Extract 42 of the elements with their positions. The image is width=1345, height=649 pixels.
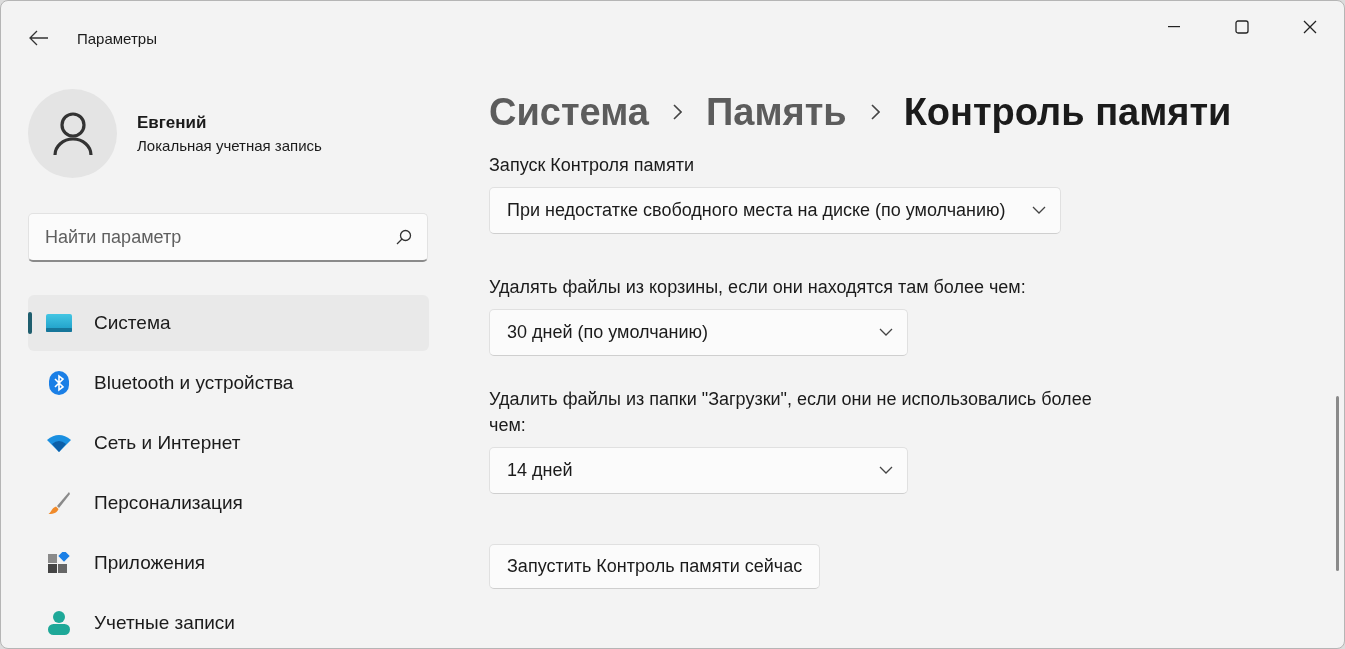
user-name: Евгений	[137, 113, 208, 133]
chevron-down-icon	[879, 466, 893, 475]
search-icon[interactable]	[396, 229, 412, 245]
minimize-icon[interactable]	[1168, 26, 1180, 28]
run-now-button[interactable]: Запустить Контроль памяти сейчас	[489, 544, 821, 589]
chevron-right-icon	[672, 104, 682, 120]
setting-label: Удалить файлы из папки "Загрузки", если они не использовались более чем:	[489, 388, 1093, 437]
breadcrumb-item[interactable]: Память	[705, 90, 847, 134]
account-type: Локальная учетная запись	[137, 137, 322, 154]
sidebar-item-label: Система	[94, 312, 171, 334]
search-field[interactable]: Найти параметр	[28, 213, 428, 262]
setting-label: Удалять файлы из корзины, если они находятся там более чем:	[489, 276, 1026, 299]
breadcrumb-item[interactable]: Система	[489, 90, 649, 134]
scrollbar[interactable]	[1336, 396, 1339, 571]
window-title: Параметры	[77, 29, 158, 47]
dropdown[interactable]: 14 дней	[489, 447, 908, 494]
close-icon[interactable]	[1303, 20, 1317, 34]
sidebar-item[interactable]: Учетные записи	[28, 595, 429, 648]
chevron-right-icon	[870, 104, 880, 120]
sidebar-item[interactable]: Bluetooth и устройства	[28, 355, 429, 411]
sidebar-item-label: Учетные записи	[94, 612, 235, 634]
wifi-icon	[46, 434, 72, 452]
sidebar-item[interactable]: Сеть и Интернет	[28, 415, 429, 471]
dropdown[interactable]: 30 дней (по умолчанию)	[489, 309, 908, 356]
apps-icon	[48, 552, 70, 574]
sidebar-item-label: Приложения	[94, 552, 206, 574]
sidebar-item[interactable]: Приложения	[28, 535, 429, 591]
monitor-icon	[46, 314, 72, 332]
bluetooth-icon	[49, 371, 69, 395]
chevron-down-icon	[879, 328, 893, 337]
sidebar-item-label: Bluetooth и устройства	[94, 372, 294, 394]
sidebar-item-label: Сеть и Интернет	[94, 432, 241, 454]
person-icon	[48, 611, 70, 635]
chevron-down-icon	[1031, 206, 1046, 215]
sidebar-item[interactable]: Система	[28, 295, 429, 351]
setting-label: Запуск Контроля памяти	[489, 154, 695, 177]
sidebar-item-label: Персонализация	[94, 492, 243, 514]
breadcrumb-item: Контроль памяти	[903, 90, 1232, 134]
maximize-icon[interactable]	[1235, 20, 1249, 34]
sidebar-item[interactable]: Персонализация	[28, 475, 429, 531]
paintbrush-icon	[47, 491, 71, 515]
dropdown[interactable]: При недостатке свободного места на диске (по умолчанию)	[489, 187, 1061, 234]
